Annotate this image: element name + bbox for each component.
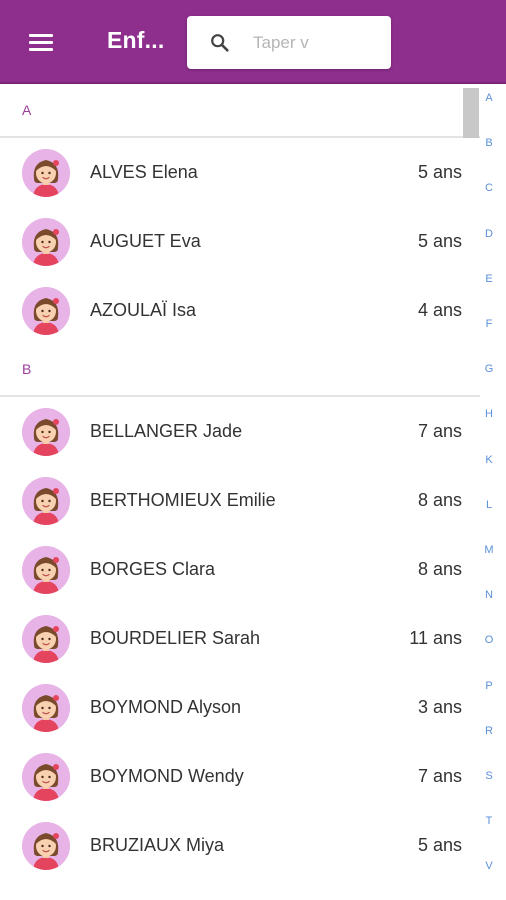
child-name: ALVES Elena — [90, 162, 198, 182]
app-bar: Enf... — [0, 0, 506, 84]
child-list-item[interactable]: BELLANGER Jade 7 ans — [0, 397, 480, 466]
avatar — [22, 408, 70, 456]
child-list-item[interactable]: BRUZIAUX Miya 5 ans — [0, 811, 480, 880]
avatar — [22, 546, 70, 594]
child-list-item[interactable]: AZOULAÏ Isa 4 ans — [0, 276, 480, 345]
child-age: 5 ans — [417, 162, 462, 182]
child-name: BELLANGER Jade — [90, 421, 243, 441]
alphabet-index-letter[interactable]: H — [480, 408, 498, 420]
girl-avatar-icon — [22, 684, 70, 732]
child-list-item[interactable]: ALVES Elena 5 ans — [0, 138, 480, 207]
alphabet-index-letter[interactable]: T — [480, 815, 498, 827]
alphabet-index-letter[interactable]: O — [480, 634, 498, 646]
child-age: 8 ans — [417, 559, 462, 579]
girl-avatar-icon — [22, 546, 70, 594]
alphabet-index-letter[interactable]: N — [480, 589, 498, 601]
girl-avatar-icon — [22, 753, 70, 801]
children-list[interactable]: A ALVES Elena 5 ans AUGUET Eva 5 ans AZOUL… — [0, 86, 480, 900]
girl-avatar-icon — [22, 408, 70, 456]
child-age: 7 ans — [417, 766, 462, 786]
alphabet-index-letter[interactable]: R — [480, 725, 498, 737]
girl-avatar-icon — [22, 615, 70, 663]
girl-avatar-icon — [22, 477, 70, 525]
child-age: 11 ans — [409, 628, 462, 648]
child-name: BRUZIAUX Miya — [90, 835, 225, 855]
child-name: AZOULAÏ Isa — [90, 300, 197, 320]
child-list-item[interactable]: BERTHOMIEUX Emilie 8 ans — [0, 466, 480, 535]
avatar — [22, 149, 70, 197]
child-age: 5 ans — [417, 835, 462, 855]
scrollbar-thumb[interactable] — [463, 88, 479, 138]
child-age: 4 ans — [417, 300, 462, 320]
alphabet-index-letter[interactable]: M — [480, 544, 498, 556]
alphabet-index-letter[interactable]: K — [480, 454, 498, 466]
child-name: BORGES Clara — [90, 559, 216, 579]
child-list-item[interactable]: AUGUET Eva 5 ans — [0, 207, 480, 276]
child-name: BOYMOND Alyson — [90, 697, 242, 717]
child-age: 5 ans — [417, 231, 462, 251]
alphabet-index-letter[interactable]: E — [480, 273, 498, 285]
section-letter: B — [22, 361, 32, 377]
child-list-item[interactable]: BORGES Clara 8 ans — [0, 535, 480, 604]
alphabet-index-letter[interactable]: B — [480, 137, 498, 149]
girl-avatar-icon — [22, 149, 70, 197]
avatar — [22, 753, 70, 801]
search-icon — [211, 34, 229, 52]
avatar — [22, 287, 70, 335]
alphabet-index-letter[interactable]: D — [480, 228, 498, 240]
avatar — [22, 218, 70, 266]
child-list-item[interactable]: BOYMOND Alyson 3 ans — [0, 673, 480, 742]
child-name: BERTHOMIEUX Emilie — [90, 490, 276, 510]
alphabet-index-letter[interactable]: F — [480, 318, 498, 330]
alphabet-index-letter[interactable]: A — [480, 92, 498, 104]
child-name: AUGUET Eva — [90, 231, 201, 251]
search-input[interactable] — [253, 29, 379, 57]
child-age: 8 ans — [417, 490, 462, 510]
girl-avatar-icon — [22, 287, 70, 335]
alphabet-index-letter[interactable]: C — [480, 182, 498, 194]
avatar — [22, 684, 70, 732]
hamburger-menu-icon[interactable] — [22, 28, 60, 58]
avatar — [22, 615, 70, 663]
app-title: Enf... — [107, 27, 165, 53]
child-list-item[interactable]: BOURDELIER Sarah 11 ans — [0, 604, 480, 673]
girl-avatar-icon — [22, 218, 70, 266]
search-box[interactable] — [187, 16, 391, 69]
child-name: BOURDELIER Sarah — [90, 628, 261, 648]
section-letter: A — [22, 102, 32, 118]
alphabet-index-letter[interactable]: V — [480, 860, 498, 872]
child-name: BOYMOND Wendy — [90, 766, 244, 786]
avatar — [22, 822, 70, 870]
alphabet-index-letter[interactable]: G — [480, 363, 498, 375]
girl-avatar-icon — [22, 822, 70, 870]
alphabet-index-letter[interactable]: S — [480, 770, 498, 782]
section-header: B — [0, 345, 480, 397]
avatar — [22, 477, 70, 525]
child-list-item[interactable]: BOYMOND Wendy 7 ans — [0, 742, 480, 811]
section-header: A — [0, 86, 480, 138]
alphabet-index-letter[interactable]: P — [480, 680, 498, 692]
alphabet-index-letter[interactable]: L — [480, 499, 498, 511]
child-age: 3 ans — [417, 697, 462, 717]
child-age: 7 ans — [417, 421, 462, 441]
